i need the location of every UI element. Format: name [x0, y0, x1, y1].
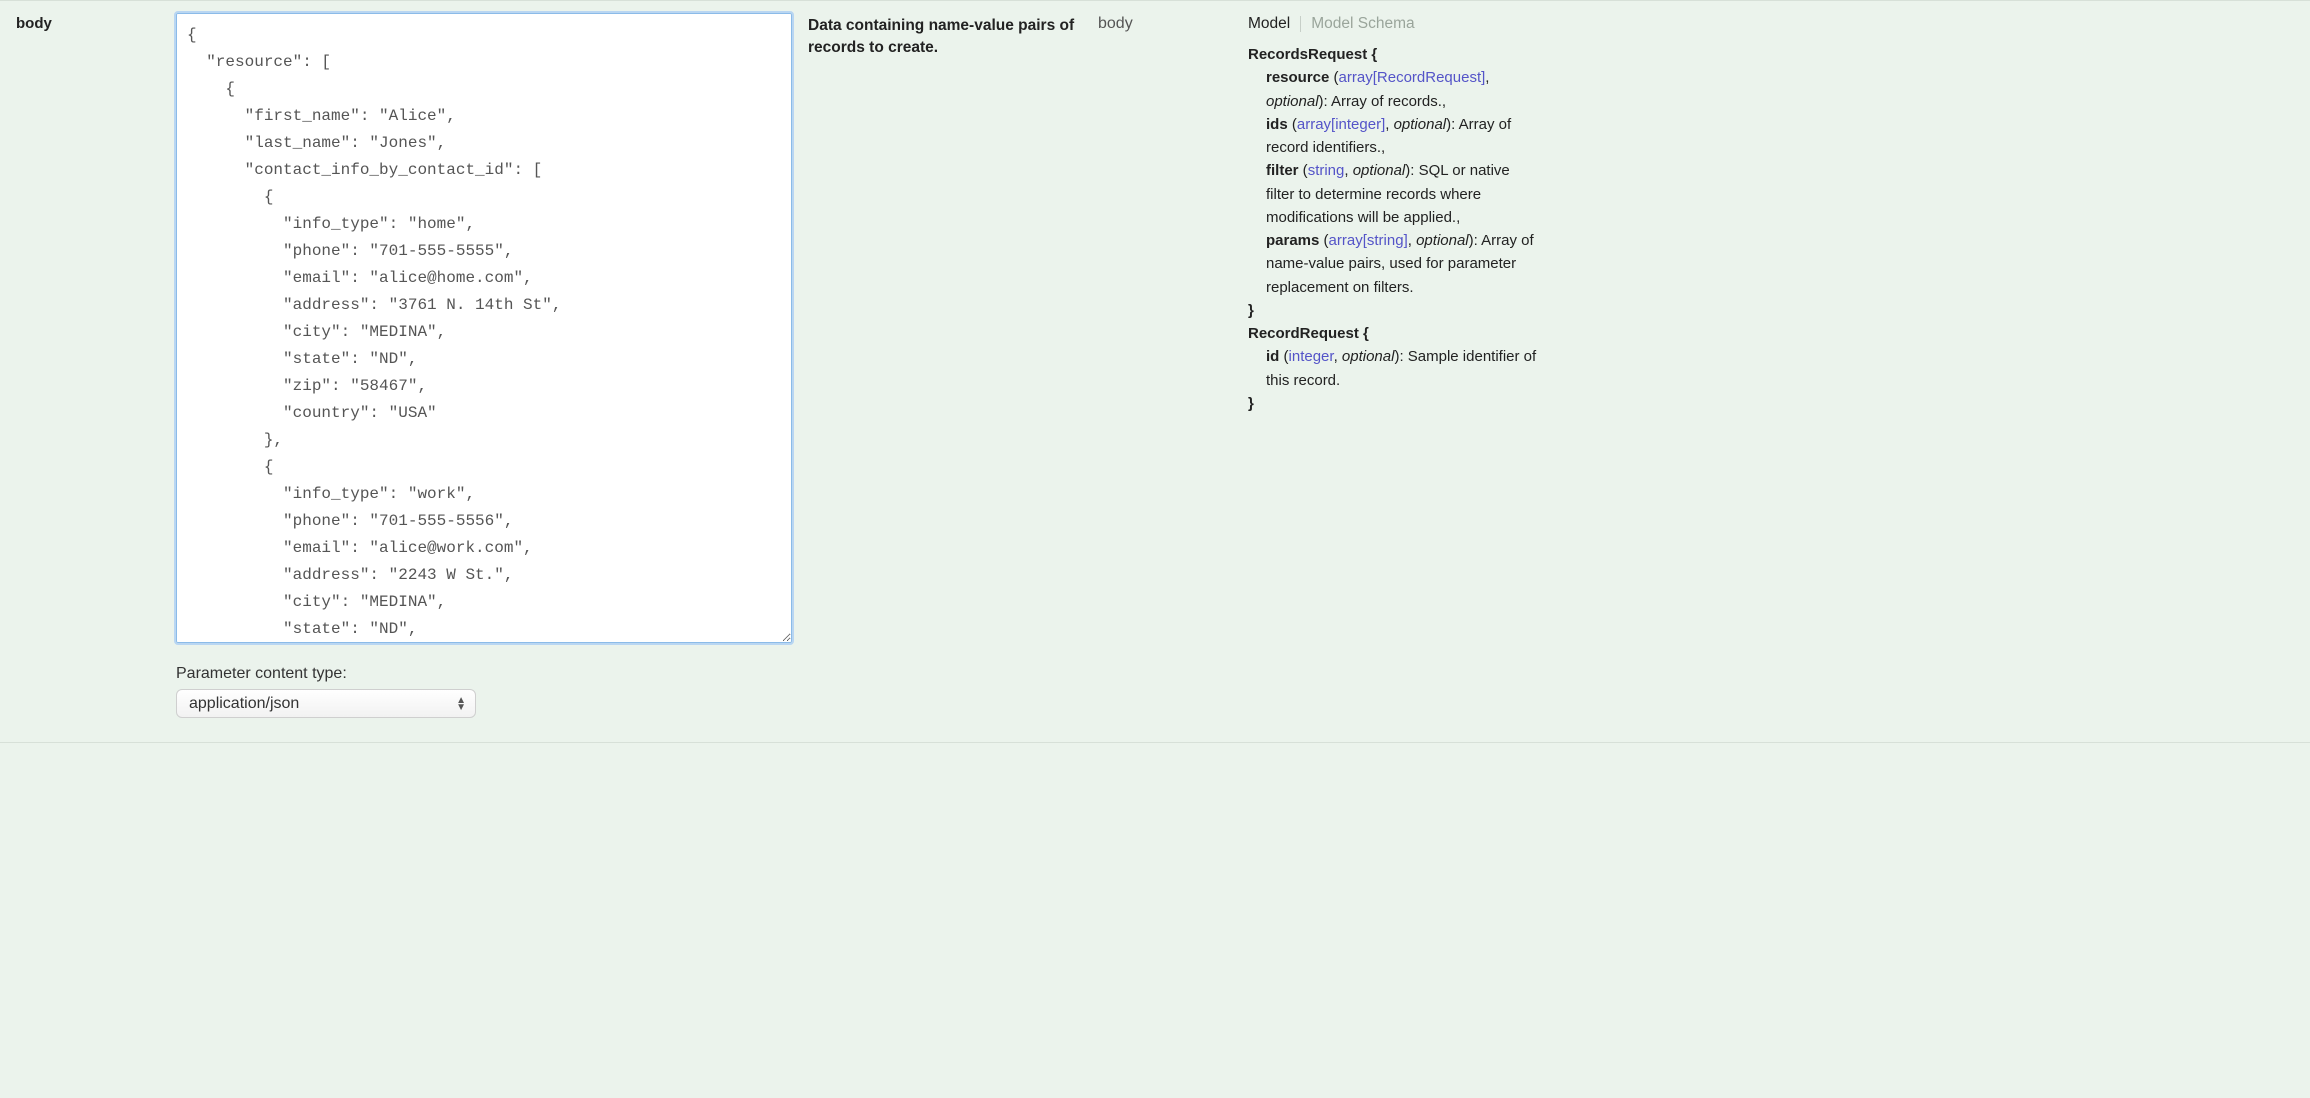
tab-separator [1300, 16, 1301, 32]
records-request-fields: resource (array[RecordRequest], optional… [1248, 66, 1542, 299]
param-description-column: Data containing name-value pairs of reco… [800, 13, 1090, 718]
field-ids-lparen: ( [1288, 116, 1297, 133]
field-resource-type: array[RecordRequest] [1339, 69, 1486, 86]
field-resource-name: resource [1266, 69, 1329, 86]
field-params-type: array[string] [1329, 232, 1408, 249]
field-params-lparen: ( [1319, 232, 1328, 249]
tab-model-schema[interactable]: Model Schema [1311, 15, 1424, 33]
param-location-column: body [1090, 13, 1240, 718]
field-resource: resource (array[RecordRequest], optional… [1266, 66, 1542, 113]
param-description: Data containing name-value pairs of reco… [808, 13, 1082, 58]
records-request-close: } [1248, 299, 1542, 322]
field-resource-desc: ): Array of records., [1319, 93, 1447, 110]
field-id-type: integer [1289, 348, 1334, 365]
param-location: body [1098, 13, 1232, 33]
record-request-block: RecordRequest { id (integer, optional): … [1248, 322, 1542, 415]
field-params-sep: , [1408, 232, 1416, 249]
field-resource-sep: , [1485, 69, 1489, 86]
field-ids-opt: optional [1394, 116, 1447, 133]
records-request-title: RecordsRequest { [1248, 43, 1542, 66]
field-ids-type: array[integer] [1297, 116, 1385, 133]
field-resource-opt: optional [1266, 93, 1319, 110]
model-content: RecordsRequest { resource (array[RecordR… [1248, 43, 1542, 415]
field-filter-lparen: ( [1299, 162, 1308, 179]
parameter-row: body Parameter content type: application… [0, 0, 2310, 743]
field-ids-name: ids [1266, 116, 1288, 133]
content-type-select-wrap: application/json ▲▼ [176, 689, 476, 718]
field-filter-sep: , [1344, 162, 1352, 179]
content-type-select[interactable]: application/json [176, 689, 476, 718]
field-params-name: params [1266, 232, 1319, 249]
record-request-close: } [1248, 392, 1542, 415]
record-request-title: RecordRequest { [1248, 322, 1542, 345]
content-type-label: Parameter content type: [176, 665, 792, 683]
model-tabs: Model Model Schema [1248, 13, 1542, 33]
field-id-opt: optional [1342, 348, 1395, 365]
param-name: body [16, 13, 160, 32]
field-id-sep: , [1334, 348, 1342, 365]
records-request-block: RecordsRequest { resource (array[RecordR… [1248, 43, 1542, 322]
param-name-column: body [8, 13, 168, 718]
field-filter-opt: optional [1353, 162, 1406, 179]
field-filter: filter (string, optional): SQL or native… [1266, 159, 1542, 229]
field-ids-sep: , [1385, 116, 1393, 133]
model-column: Model Model Schema RecordsRequest { reso… [1240, 13, 1550, 718]
field-id-name: id [1266, 348, 1279, 365]
param-value-column: Parameter content type: application/json… [168, 13, 800, 718]
record-request-fields: id (integer, optional): Sample identifie… [1248, 345, 1542, 392]
field-id: id (integer, optional): Sample identifie… [1266, 345, 1542, 392]
body-textarea[interactable] [176, 13, 792, 643]
field-ids: ids (array[integer], optional): Array of… [1266, 113, 1542, 160]
field-resource-lparen: ( [1329, 69, 1338, 86]
field-filter-name: filter [1266, 162, 1299, 179]
tab-model[interactable]: Model [1248, 15, 1300, 33]
field-params-opt: optional [1416, 232, 1469, 249]
field-params: params (array[string], optional): Array … [1266, 229, 1542, 299]
field-filter-type: string [1308, 162, 1345, 179]
field-id-lparen: ( [1279, 348, 1288, 365]
